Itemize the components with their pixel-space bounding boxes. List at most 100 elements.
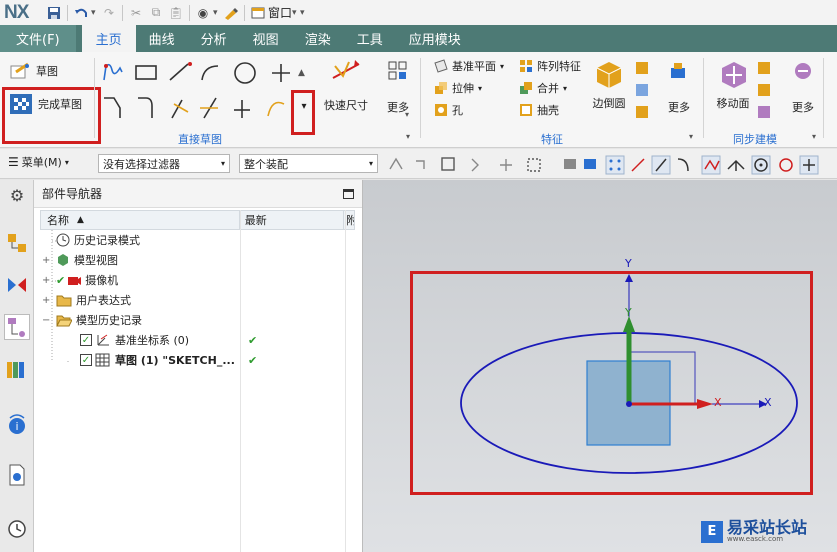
- shell-icon: [520, 104, 532, 116]
- extrude-icon: [435, 82, 447, 94]
- navigator-header: 部件导航器: [34, 180, 362, 208]
- undo-dropdown-icon[interactable]: ▾: [91, 8, 99, 18]
- show-hide-dropdown-icon[interactable]: ▾: [213, 8, 221, 18]
- tree-item-user-expressions[interactable]: + 用户表达式: [40, 290, 355, 310]
- highlight-gallery-expand: [291, 90, 315, 135]
- watermark-logo-icon: E: [701, 520, 723, 543]
- expand-icon[interactable]: +: [42, 275, 54, 286]
- navigator-title: 部件导航器: [42, 187, 103, 201]
- sync-modeling-group-label: 同步建模: [733, 133, 777, 146]
- feature-group-dropdown-icon[interactable]: ▾: [689, 132, 693, 141]
- extrude-button[interactable]: 拉伸 ▾: [434, 80, 482, 96]
- customize-quick-access-icon[interactable]: ▾: [300, 8, 308, 18]
- latest-checkmark-icon: ✔: [248, 353, 258, 367]
- tab-home[interactable]: 主页: [81, 25, 136, 52]
- quick-dimension-icon: [332, 60, 360, 79]
- assembly-scope-select[interactable]: 整个装配 ▾: [239, 154, 378, 173]
- undo-icon[interactable]: [71, 4, 91, 22]
- tab-analysis[interactable]: 分析: [188, 25, 240, 52]
- more-feature-icon: [671, 63, 685, 78]
- tab-file[interactable]: 文件(F): [0, 25, 76, 52]
- nx-logo: NX: [4, 1, 29, 23]
- datum-csys-icon: [97, 334, 109, 346]
- quick-dimension-button[interactable]: 快速尺寸: [323, 58, 369, 113]
- direct-sketch-group-dropdown-icon[interactable]: ▾: [406, 132, 410, 141]
- more-feature-button[interactable]: 更多: [664, 60, 694, 115]
- shell-button[interactable]: 抽壳: [519, 102, 559, 118]
- tree-item-sketch[interactable]: ✓ 草图 (1) "SKETCH_... ✔: [40, 350, 355, 370]
- repeat-command-icon[interactable]: [221, 4, 241, 22]
- unite-button[interactable]: 合并 ▾: [519, 80, 567, 96]
- graphics-window[interactable]: Y Y X X E 易采站长站 www.easck.com: [363, 180, 837, 552]
- info-web-icon[interactable]: i: [4, 412, 30, 438]
- cut-icon[interactable]: ✂: [126, 4, 146, 22]
- window-menu-label[interactable]: 窗口: [268, 4, 292, 21]
- settings-gear-icon[interactable]: ⚙: [4, 182, 30, 208]
- snap-point-tools: [389, 155, 819, 175]
- more-sync-button[interactable]: 更多: [788, 60, 818, 115]
- move-face-icon: [722, 62, 746, 88]
- visibility-checkbox[interactable]: ✓: [80, 334, 92, 346]
- datum-plane-button[interactable]: 基准平面 ▾: [434, 58, 504, 74]
- history-document-icon[interactable]: [4, 462, 30, 488]
- tree-item-model-views[interactable]: + 模型视图: [40, 250, 355, 270]
- tab-tools[interactable]: 工具: [344, 25, 396, 52]
- move-face-button[interactable]: 移动面: [712, 58, 754, 111]
- highlight-sketch-region: [410, 271, 813, 495]
- reuse-library-icon[interactable]: [4, 356, 30, 382]
- tab-application[interactable]: 应用模块: [396, 25, 474, 52]
- watermark: E 易采站长站 www.easck.com: [701, 520, 807, 543]
- maximize-icon[interactable]: [343, 188, 354, 199]
- unite-icon: [520, 82, 532, 94]
- save-icon[interactable]: [44, 4, 64, 22]
- chevron-down-icon: ▾: [368, 159, 373, 168]
- tree-item-cameras[interactable]: + ✔ 摄像机: [40, 270, 355, 290]
- tree-item-datum-csys[interactable]: ✓ 基准坐标系 (0) ✔: [40, 330, 355, 350]
- sync-group-dropdown-icon[interactable]: ▾: [812, 132, 816, 141]
- direct-sketch-group-label: 直接草图: [178, 133, 222, 146]
- part-navigator-icon[interactable]: [4, 314, 30, 340]
- sync-small-tools: [758, 62, 770, 118]
- latest-checkmark-icon: ✔: [248, 333, 258, 347]
- tab-curve[interactable]: 曲线: [136, 25, 188, 52]
- navigator-column-header: 名称 ▲ 最新 附: [40, 210, 355, 230]
- paste-icon[interactable]: 📋︎: [166, 4, 186, 22]
- redo-icon[interactable]: ↷: [99, 4, 119, 22]
- tab-render[interactable]: 渲染: [292, 25, 344, 52]
- copy-icon[interactable]: ⧉: [146, 4, 166, 22]
- expand-icon[interactable]: +: [42, 255, 54, 266]
- more-sync-icon: [795, 63, 811, 79]
- clock-icon[interactable]: [4, 516, 30, 542]
- highlight-finish-sketch: [2, 87, 101, 144]
- hole-button[interactable]: 孔: [434, 102, 463, 118]
- more-sketch-dropdown-icon[interactable]: ▾: [405, 110, 409, 119]
- collapse-icon[interactable]: −: [42, 315, 54, 326]
- model-view-icon: [58, 254, 68, 266]
- datum-plane-icon: [434, 59, 448, 73]
- scroll-up-icon[interactable]: ▲: [298, 68, 305, 78]
- constraint-navigator-icon[interactable]: [4, 272, 30, 298]
- edge-blend-button[interactable]: 边倒圆: [589, 58, 629, 111]
- menu-button[interactable]: ☰ 菜单(M) ▾: [8, 154, 69, 170]
- selection-filter-select[interactable]: 没有选择过滤器 ▾: [98, 154, 230, 173]
- tree-item-history-mode[interactable]: 历史记录模式: [40, 230, 355, 250]
- expand-icon[interactable]: +: [42, 295, 54, 306]
- visibility-checkbox[interactable]: ✓: [80, 354, 92, 366]
- window-icon[interactable]: [248, 4, 268, 22]
- show-hide-icon[interactable]: ◉: [193, 4, 213, 22]
- window-dropdown-icon[interactable]: ▾: [292, 8, 300, 18]
- pattern-feature-icon: [520, 60, 532, 72]
- sort-ascending-icon: ▲: [77, 215, 84, 225]
- hole-icon: [435, 104, 447, 116]
- assembly-navigator-icon[interactable]: [4, 230, 30, 256]
- folder-icon: [56, 295, 72, 307]
- sketch-button[interactable]: 草图: [10, 62, 58, 80]
- column-latest[interactable]: 最新: [240, 211, 345, 229]
- tree-item-model-history[interactable]: − 模型历史记录: [40, 310, 355, 330]
- selection-toolbar: ☰ 菜单(M) ▾ 没有选择过滤器 ▾ 整个装配 ▾: [0, 149, 837, 179]
- tab-view[interactable]: 视图: [240, 25, 292, 52]
- column-name[interactable]: 名称 ▲: [41, 211, 240, 229]
- more-grid-icon: [388, 61, 407, 80]
- more-sketch-button[interactable]: 更多: [383, 60, 413, 115]
- pattern-feature-button[interactable]: 阵列特征: [519, 58, 581, 74]
